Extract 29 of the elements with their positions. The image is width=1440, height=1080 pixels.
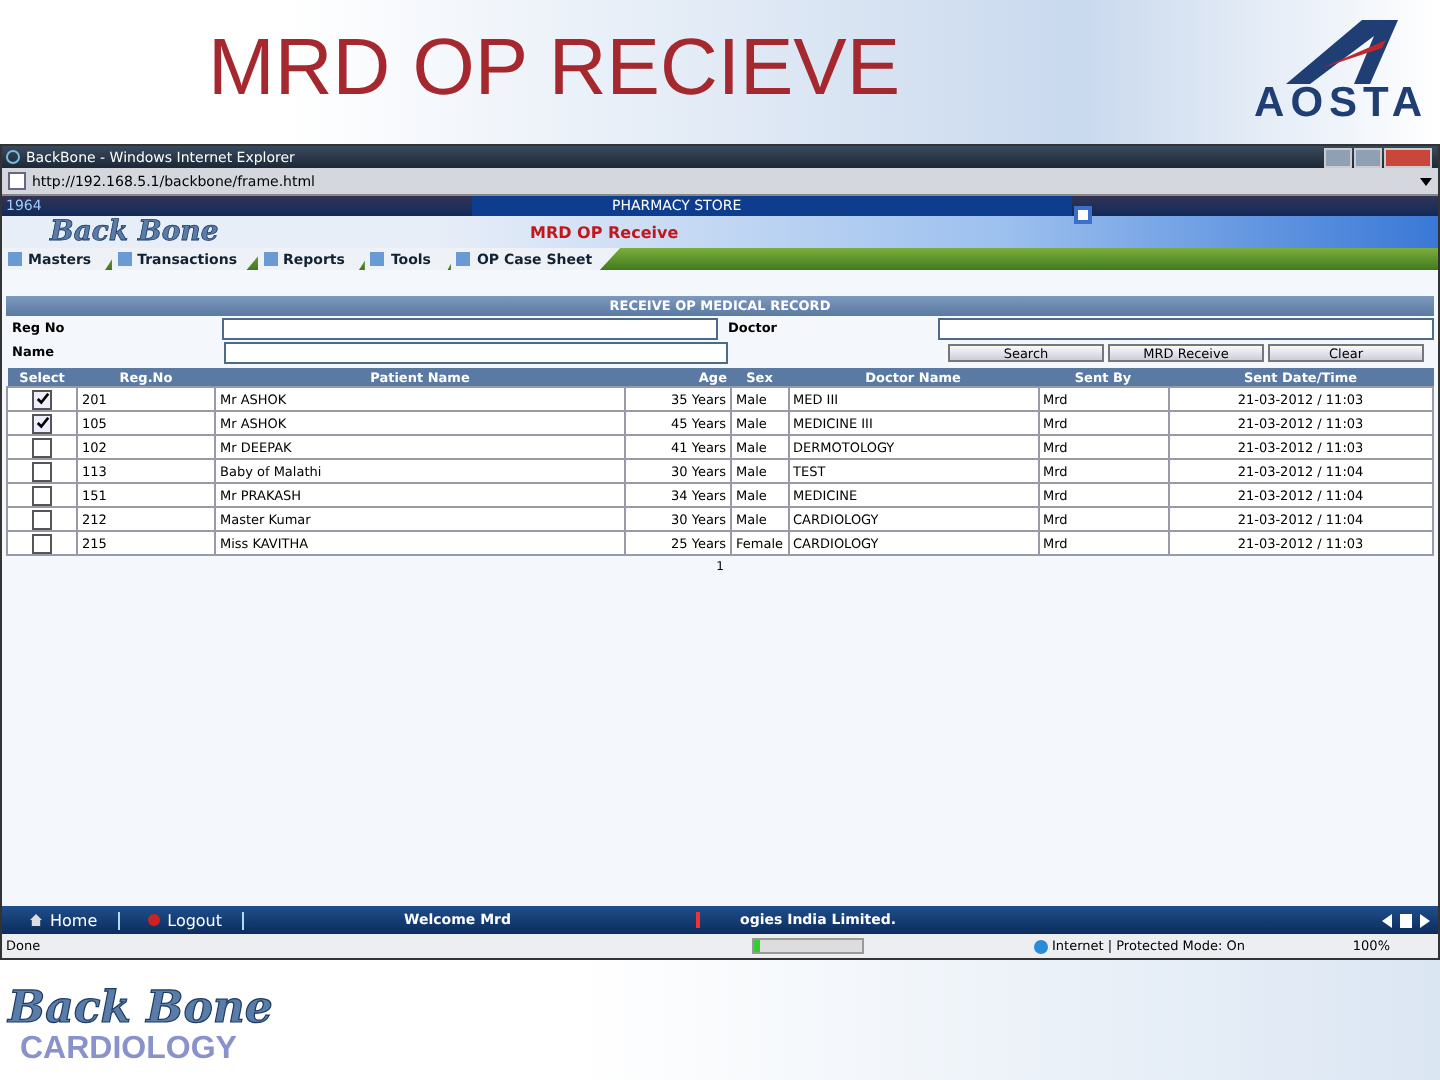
row-checkbox[interactable] bbox=[32, 509, 52, 529]
input-field[interactable] bbox=[224, 341, 728, 363]
maximize-button[interactable] bbox=[1354, 147, 1382, 167]
input-field[interactable] bbox=[221, 317, 718, 339]
home-icon bbox=[30, 914, 42, 926]
backbone-logo: Back Bone bbox=[8, 984, 275, 1032]
row-checkbox[interactable] bbox=[32, 413, 52, 433]
dropdown-arrow-icon[interactable] bbox=[1420, 177, 1432, 185]
logout-icon bbox=[147, 914, 160, 926]
close-button[interactable] bbox=[1384, 147, 1432, 167]
slide-title: MRD OP RECIEVE bbox=[208, 24, 900, 114]
row-checkbox[interactable] bbox=[32, 485, 52, 505]
ticker-controls-icon[interactable] bbox=[1382, 913, 1430, 927]
input-field[interactable] bbox=[937, 317, 1434, 339]
triangle-logo-icon bbox=[1281, 16, 1402, 84]
progress-bar bbox=[752, 938, 864, 954]
home-link[interactable]: Home bbox=[2, 911, 120, 929]
page-title: MRD OP Receive bbox=[530, 223, 679, 241]
app-logo: Back Bone bbox=[50, 216, 221, 248]
row-checkbox[interactable] bbox=[32, 437, 52, 457]
row-checkbox[interactable] bbox=[32, 389, 52, 409]
logo-caption: CARDIOLOGY bbox=[18, 1032, 239, 1068]
row-checkbox[interactable] bbox=[32, 461, 52, 481]
minimize-button[interactable] bbox=[1324, 147, 1352, 167]
company-logo: AOSTA bbox=[1254, 16, 1428, 124]
logout-link[interactable]: Logout bbox=[119, 911, 245, 929]
square-icon bbox=[1074, 206, 1092, 224]
row-checkbox[interactable] bbox=[32, 533, 52, 553]
page-icon bbox=[8, 172, 26, 190]
